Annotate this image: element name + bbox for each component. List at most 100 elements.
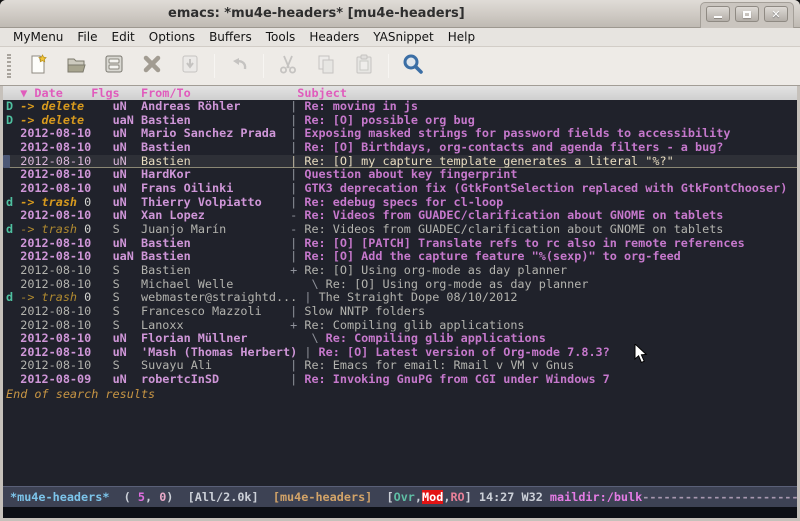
menu-mymenu[interactable]: MyMenu (6, 29, 70, 45)
subject-cell: Slow NNTP folders (297, 304, 425, 318)
message-row[interactable]: 2012-08-10 S Michael Welle \ Re: [O] Usi… (6, 278, 797, 292)
menu-edit[interactable]: Edit (105, 29, 142, 45)
message-row[interactable]: 2012-08-10 uN Xan Lopez - Re: Videos fro… (6, 209, 797, 223)
mark-indicator: d (6, 290, 20, 304)
mark-indicator (6, 345, 20, 359)
column-subject[interactable]: Subject (297, 86, 347, 100)
message-row[interactable]: 2012-08-10 S Francesco Mazzoli | Slow NN… (6, 305, 797, 319)
message-row[interactable]: 2012-08-10 S Lanoxx + Re: Compiling glib… (6, 319, 797, 333)
message-row[interactable]: d -> trash 0 S webmaster@straightd... | … (6, 291, 797, 305)
close-button[interactable]: ✕ (764, 6, 788, 22)
message-row[interactable]: 2012-08-10 uN Bastien | Re: [O] my captu… (6, 155, 797, 169)
column-from[interactable]: From/To (141, 86, 297, 100)
message-row[interactable]: 2012-08-10 uaN Bastien | Re: [O] Add the… (6, 250, 797, 264)
message-row[interactable]: 2012-08-10 uN Florian Müllner \ Re: Comp… (6, 332, 797, 346)
mark-indicator (6, 181, 20, 195)
flags-cell: uN (113, 154, 141, 168)
from-cell: Bastien (141, 154, 290, 168)
modeline-segment-maildir: maildir:/bulk (550, 490, 642, 504)
message-row[interactable]: 2012-08-10 uN Bastien | Re: [O] Birthday… (6, 141, 797, 155)
message-row[interactable]: D -> delete uaN Bastien | Re: [O] possib… (6, 114, 797, 128)
maximize-icon (743, 11, 751, 18)
subject-cell: Re: [O] Add the capture feature "%(sexp)… (297, 249, 681, 263)
search-button[interactable] (399, 52, 427, 80)
message-row[interactable]: 2012-08-10 S Bastien + Re: [O] Using org… (6, 264, 797, 278)
minimize-button[interactable] (706, 6, 730, 22)
sort-indicator[interactable]: ▼ (6, 86, 34, 100)
modeline-segment-buffer-name: *mu4e-headers* (10, 490, 109, 504)
cut-button (274, 52, 302, 80)
column-flags[interactable]: Flgs (91, 86, 141, 100)
message-row[interactable]: 2012-08-10 uN HardKor | Question about k… (6, 168, 797, 182)
date-cell: 2012-08-10 (20, 140, 112, 154)
close-icon: ✕ (771, 9, 780, 20)
open-folder-button[interactable] (62, 52, 90, 80)
flags-cell: uN (113, 208, 141, 222)
mu4e-headers-buffer: ▼ Date Flgs From/To Subject D -> delete … (3, 86, 797, 486)
date-cell (84, 99, 112, 113)
from-cell: webmaster@straightd... (141, 290, 304, 304)
save-button[interactable] (100, 52, 128, 80)
message-row[interactable]: 2012-08-10 S Suvayu Ali | Re: Emacs for … (6, 359, 797, 373)
mark-indicator (6, 304, 20, 318)
menu-tools[interactable]: Tools (259, 29, 303, 45)
menu-file[interactable]: File (70, 29, 104, 45)
date-cell: 2012-08-10 (20, 126, 112, 140)
flags-cell: uN (113, 236, 141, 250)
subject-cell: Re: [O] Using org-mode as day planner (319, 277, 589, 291)
menu-help[interactable]: Help (441, 29, 482, 45)
subject-cell: Re: Videos from GUADEC/clarification abo… (297, 208, 723, 222)
mode-line: *mu4e-headers* ( 5, 0) [All/2.0k] [mu4e-… (3, 486, 797, 507)
flags-cell: S (113, 277, 141, 291)
subject-cell: Re: Emacs for email: Rmail v VM v Gnus (297, 358, 574, 372)
subject-cell: Re: [O] Birthdays, org-contacts and agen… (297, 140, 723, 154)
toolbar-separator (263, 54, 264, 78)
flags-cell: uN (113, 167, 141, 181)
message-row[interactable]: d -> trash 0 uN Thierry Volpiatto | Re: … (6, 196, 797, 210)
subject-cell: Exposing masked strings for password fie… (297, 126, 730, 140)
modeline-segment-dashes: ----------------------------------------… (642, 490, 797, 504)
date-cell: 2012-08-09 (20, 372, 112, 386)
mark-indicator (6, 372, 20, 386)
new-file-icon (27, 53, 49, 79)
modeline-segment-plain: , (145, 490, 159, 504)
message-row[interactable]: 2012-08-09 uN robertcInSD | Re: Invoking… (6, 373, 797, 387)
mark-target: -> delete (20, 113, 84, 127)
mark-indicator (6, 167, 20, 181)
menu-headers[interactable]: Headers (302, 29, 366, 45)
column-date[interactable]: Date (34, 86, 91, 100)
minimize-icon (714, 16, 722, 18)
thread-indicator: \ (290, 277, 318, 291)
close-buffer-button[interactable] (138, 52, 166, 80)
cut-icon (277, 53, 299, 79)
message-row[interactable]: 2012-08-10 uN Mario Sanchez Prada | Expo… (6, 127, 797, 141)
menu-options[interactable]: Options (142, 29, 202, 45)
subject-cell: Re: Videos from GUADEC/clarification abo… (297, 222, 723, 236)
flags-cell: uaN (113, 249, 141, 263)
flags-cell: uN (113, 345, 141, 359)
message-row[interactable]: d -> trash 0 S Juanjo Marín - Re: Videos… (6, 223, 797, 237)
subject-cell: Re: [O] Latest version of Org-mode 7.8.3… (311, 345, 609, 359)
window-controls: ✕ (700, 2, 794, 28)
message-row[interactable]: 2012-08-10 uN 'Mash (Thomas Herbert) | R… (6, 346, 797, 360)
save-as-button (176, 52, 204, 80)
modeline-segment-mode: [mu4e-headers] (273, 490, 372, 504)
save-as-icon (179, 53, 201, 79)
menu-yasnippet[interactable]: YASnippet (366, 29, 441, 45)
date-cell: 2012-08-10 (20, 154, 112, 168)
modeline-segment-mod: Mod (422, 490, 443, 504)
message-row[interactable]: D -> delete uN Andreas Röhler | Re: movi… (6, 100, 797, 114)
flags-cell: uN (113, 126, 141, 140)
mark-indicator (6, 331, 20, 345)
new-file-button[interactable] (24, 52, 52, 80)
modeline-segment-plain: , (415, 490, 422, 504)
flags-cell: uN (113, 99, 141, 113)
window-title: emacs: *mu4e-headers* [mu4e-headers] (168, 6, 465, 21)
message-row[interactable]: 2012-08-10 uN Bastien | Re: [O] [PATCH] … (6, 237, 797, 251)
maximize-button[interactable] (735, 6, 759, 22)
message-row[interactable]: 2012-08-10 uN Frans Oilinki | GTK3 depre… (6, 182, 797, 196)
scrollbar-thumb[interactable] (3, 155, 10, 168)
menu-buffers[interactable]: Buffers (202, 29, 259, 45)
toolbar-grip-handle[interactable] (7, 54, 11, 78)
modeline-segment-plain: [ (372, 490, 393, 504)
